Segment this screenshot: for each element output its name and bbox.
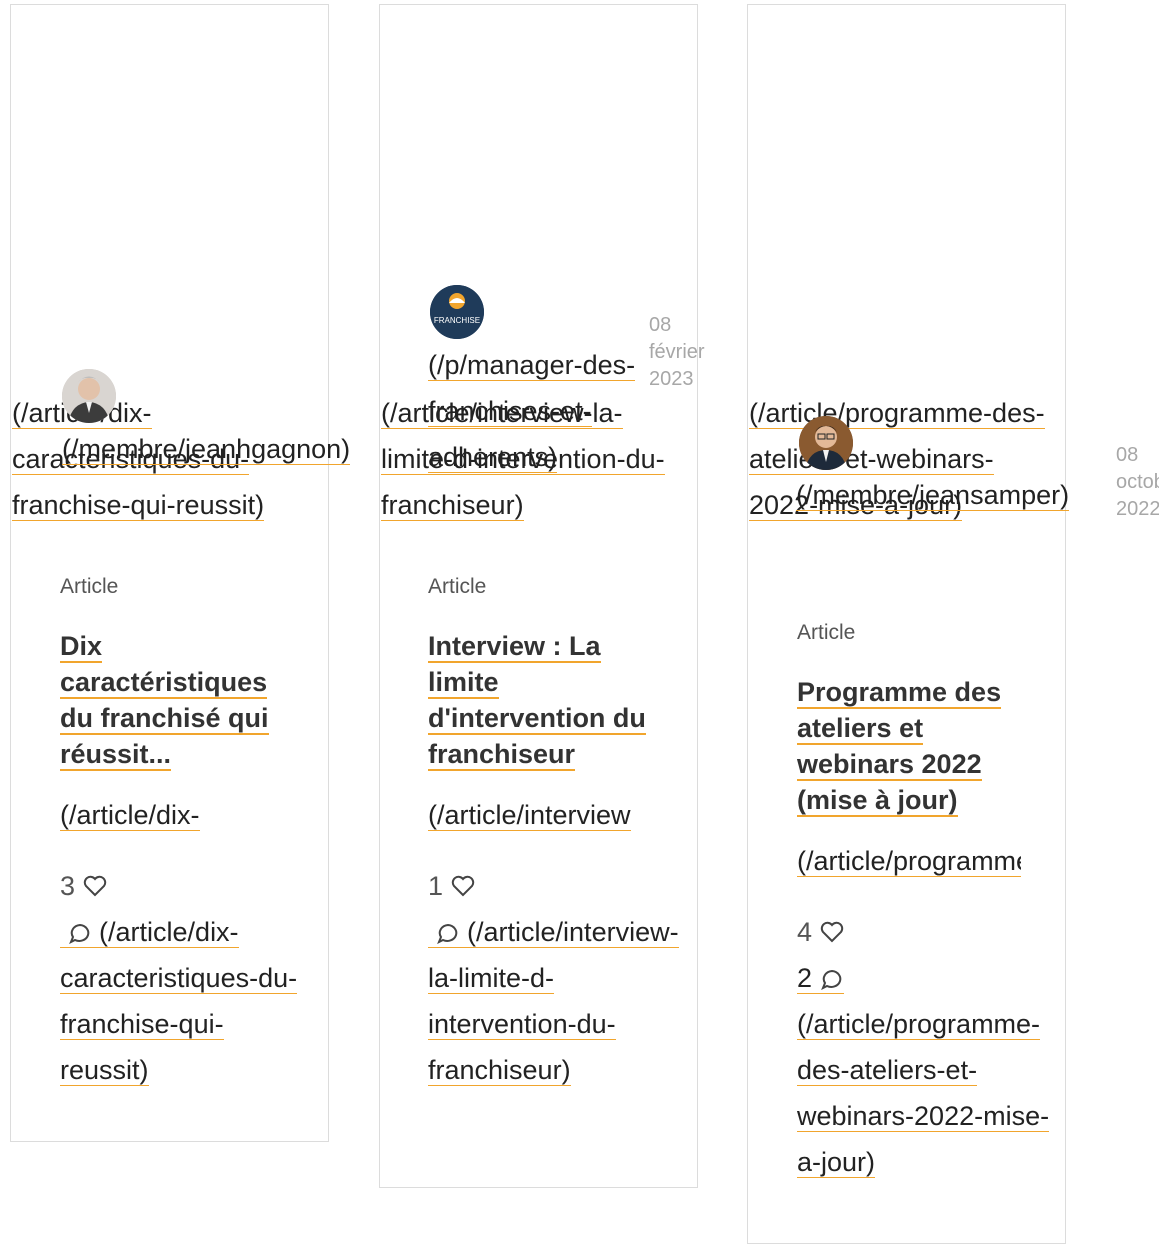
svg-text:FRANCHISE: FRANCHISE — [434, 316, 480, 325]
article-title[interactable]: Dix caractéristiques du franchisé qui ré… — [60, 628, 300, 772]
author-link[interactable]: (/membre/jeanhgagnon) — [62, 426, 392, 472]
article-title-text: Programme des ateliers et webinars 2022 … — [797, 677, 1002, 817]
title-link-text: (/article/programme — [797, 846, 1021, 877]
comments-link-text: (/article/interview-la-limite-d-interven… — [428, 917, 679, 1086]
comments-count: 2 — [797, 963, 813, 994]
comments-link[interactable]: (/article/interview-la-limite-d-interven… — [428, 909, 683, 1093]
title-link[interactable]: (/article/dix- — [60, 792, 284, 838]
content-type-label: Article — [797, 621, 856, 644]
likes-count: 1 — [428, 871, 444, 901]
article-title[interactable]: Programme des ateliers et webinars 2022 … — [797, 674, 1037, 818]
article-title-text: Dix caractéristiques du franchisé qui ré… — [60, 631, 269, 771]
author-link[interactable]: (/membre/jeansamper) — [796, 472, 1106, 518]
author-avatar[interactable] — [62, 369, 116, 423]
article-image-link[interactable]: (/article/interview-la-limite-d-interven… — [381, 390, 681, 528]
likes-count: 3 — [60, 871, 76, 901]
likes-counter[interactable]: 1 — [428, 863, 475, 909]
title-link-text: (/article/interview — [428, 800, 631, 831]
comment-icon — [436, 923, 457, 945]
title-link[interactable]: (/article/programme — [797, 838, 1021, 884]
article-title-text: Interview : La limite d'intervention du … — [428, 631, 646, 771]
publish-date: 08 octobre 2022 — [1116, 444, 1159, 520]
likes-counter[interactable]: 3 — [60, 863, 107, 909]
content-type-label: Article — [60, 575, 119, 598]
heart-icon — [820, 921, 844, 943]
person-photo-icon — [62, 369, 116, 423]
comments-link[interactable]: 2 (/article/programme-des-ateliers-et-we… — [797, 955, 1072, 1185]
heart-icon — [451, 875, 475, 897]
likes-counter[interactable]: 4 — [797, 909, 844, 955]
comment-icon — [820, 969, 841, 991]
franchise-logo-icon: FRANCHISE — [430, 285, 484, 339]
title-link[interactable]: (/article/interview — [428, 792, 652, 838]
article-title[interactable]: Interview : La limite d'intervention du … — [428, 628, 668, 772]
title-link-text: (/article/dix- — [60, 800, 200, 831]
author-logo[interactable]: FRANCHISE — [430, 285, 484, 339]
author-link-text: (/membre/jeansamper) — [796, 480, 1070, 511]
comments-link-text: (/article/dix-caracteristiques-du-franch… — [60, 917, 298, 1086]
content-type-label: Article — [428, 575, 487, 598]
comments-link[interactable]: (/article/dix-caracteristiques-du-franch… — [60, 909, 300, 1093]
author-avatar[interactable] — [799, 416, 853, 470]
author-link-text: (/membre/jeanhgagnon) — [62, 434, 351, 465]
likes-count: 4 — [797, 917, 813, 947]
heart-icon — [83, 875, 107, 897]
comments-link-text: (/article/programme-des-ateliers-et-webi… — [797, 1009, 1050, 1178]
person-photo-icon — [799, 416, 853, 470]
comment-icon — [68, 923, 89, 945]
article-image-link-text: (/article/interview-la-limite-d-interven… — [381, 398, 665, 521]
